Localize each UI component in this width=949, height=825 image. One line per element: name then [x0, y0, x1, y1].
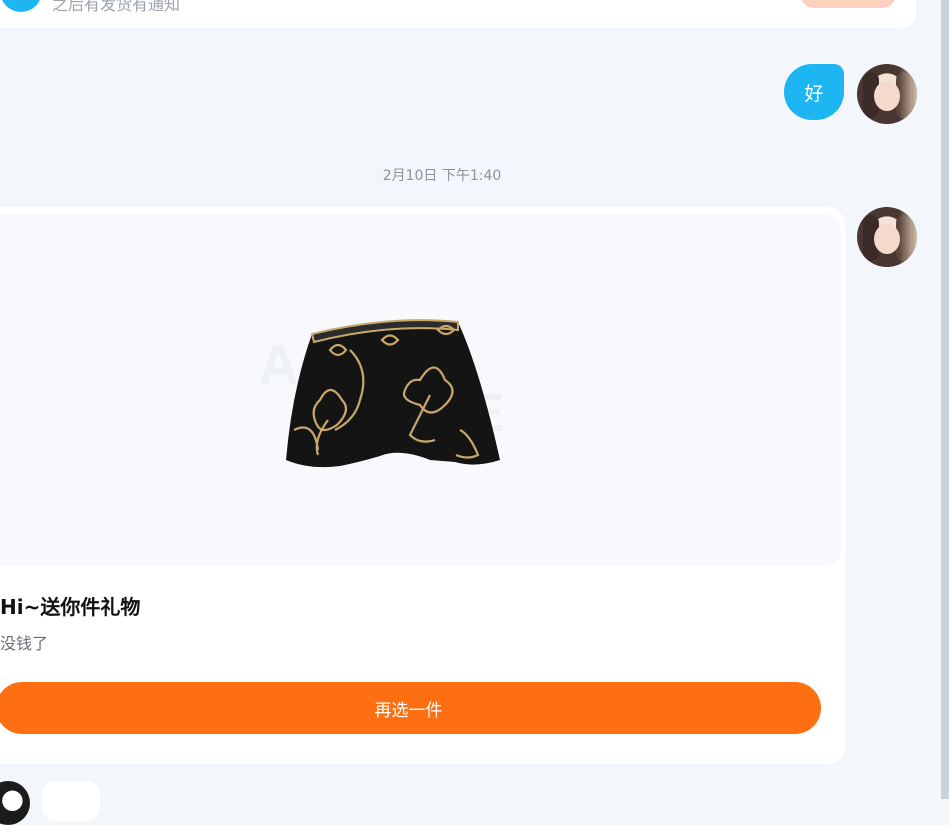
- gift-image-area[interactable]: AI R E: [0, 214, 842, 566]
- user-avatar[interactable]: [857, 64, 917, 124]
- choose-another-button[interactable]: 再选一件: [0, 682, 821, 734]
- gift-card-title: Hi~送你件礼物: [0, 595, 141, 619]
- incoming-message-bubble[interactable]: [42, 781, 100, 821]
- previous-message-action-button[interactable]: [800, 0, 896, 8]
- contact-avatar[interactable]: [0, 781, 30, 825]
- gift-card-subtitle: 没钱了: [0, 634, 49, 653]
- shorts-product-icon: [286, 319, 500, 468]
- previous-message-text: 之后有发货有通知: [52, 0, 181, 14]
- message-timestamp: 2月10日 下午1:40: [382, 168, 502, 184]
- scrollbar[interactable]: [941, 0, 949, 799]
- user-avatar-2[interactable]: [857, 207, 917, 267]
- reply-message-bubble[interactable]: 好: [784, 64, 844, 120]
